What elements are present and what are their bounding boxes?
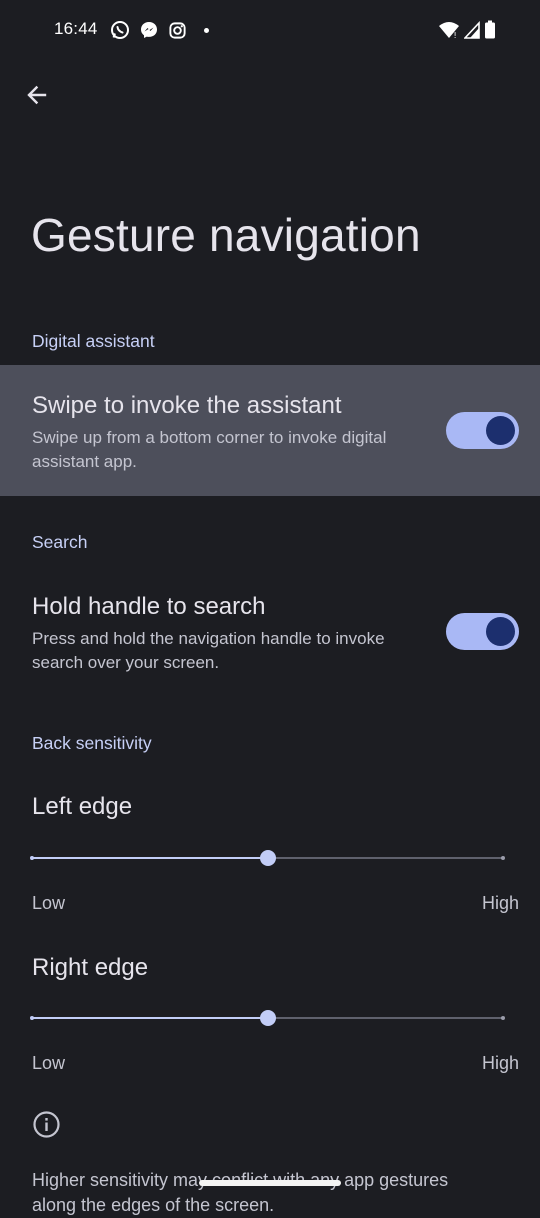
toggle-thumb bbox=[486, 416, 515, 445]
slider-tick-start bbox=[30, 1016, 34, 1020]
setting-title: Swipe to invoke the assistant bbox=[32, 392, 342, 419]
right-edge-high-label: High bbox=[481, 1053, 519, 1073]
status-bar: 16:44 ! bbox=[0, 0, 540, 62]
setting-hold-handle-to-search[interactable]: Hold handle to search Press and hold the… bbox=[0, 566, 540, 697]
section-header-back-sensitivity: Back sensitivity bbox=[32, 733, 152, 753]
system-icons: ! bbox=[438, 20, 496, 40]
battery-icon bbox=[484, 20, 496, 40]
svg-text:!: ! bbox=[454, 31, 457, 39]
left-edge-high-label: High bbox=[481, 893, 519, 913]
status-time: 16:44 bbox=[54, 19, 98, 38]
left-edge-low-label: Low bbox=[32, 893, 66, 913]
instagram-icon bbox=[168, 21, 187, 40]
slider-thumb[interactable] bbox=[259, 850, 276, 866]
setting-swipe-to-invoke-assistant[interactable]: Swipe to invoke the assistant Swipe up f… bbox=[0, 365, 540, 496]
right-edge-label: Right edge bbox=[32, 954, 149, 981]
left-edge-slider[interactable] bbox=[30, 847, 505, 869]
setting-summary: Press and hold the navigation handle to … bbox=[32, 629, 385, 672]
left-edge-label: Left edge bbox=[32, 793, 133, 820]
toggle-thumb bbox=[486, 617, 515, 646]
slider-tick-end bbox=[501, 1016, 505, 1020]
section-header-digital-assistant: Digital assistant bbox=[32, 331, 155, 351]
swipe-assistant-toggle[interactable] bbox=[446, 412, 519, 449]
footer-text: Higher sensitivity may conflict with any… bbox=[32, 1170, 449, 1215]
cell-signal-icon bbox=[464, 21, 480, 39]
whatsapp-icon bbox=[110, 20, 130, 40]
slider-tick-end bbox=[501, 856, 505, 860]
hold-handle-search-toggle[interactable] bbox=[446, 613, 519, 650]
notification-icons bbox=[110, 20, 209, 40]
right-edge-low-label: Low bbox=[32, 1053, 66, 1073]
setting-title: Hold handle to search bbox=[32, 593, 266, 620]
back-button[interactable] bbox=[14, 74, 60, 120]
info-icon bbox=[32, 1110, 61, 1139]
slider-tick-start bbox=[30, 856, 34, 860]
section-header-search: Search bbox=[32, 532, 88, 552]
wifi-icon: ! bbox=[438, 21, 460, 39]
arrow-left-icon bbox=[25, 83, 49, 112]
more-notifications-dot bbox=[204, 27, 209, 33]
right-edge-slider[interactable] bbox=[30, 1007, 505, 1029]
navigation-gesture-handle[interactable] bbox=[199, 1180, 341, 1186]
slider-thumb[interactable] bbox=[259, 1010, 276, 1026]
setting-summary: Swipe up from a bottom corner to invoke … bbox=[32, 428, 387, 471]
slider-track-active bbox=[32, 1017, 268, 1019]
page-title: Gesture navigation bbox=[31, 209, 421, 261]
messenger-icon bbox=[139, 20, 159, 40]
slider-track-active bbox=[32, 857, 268, 859]
